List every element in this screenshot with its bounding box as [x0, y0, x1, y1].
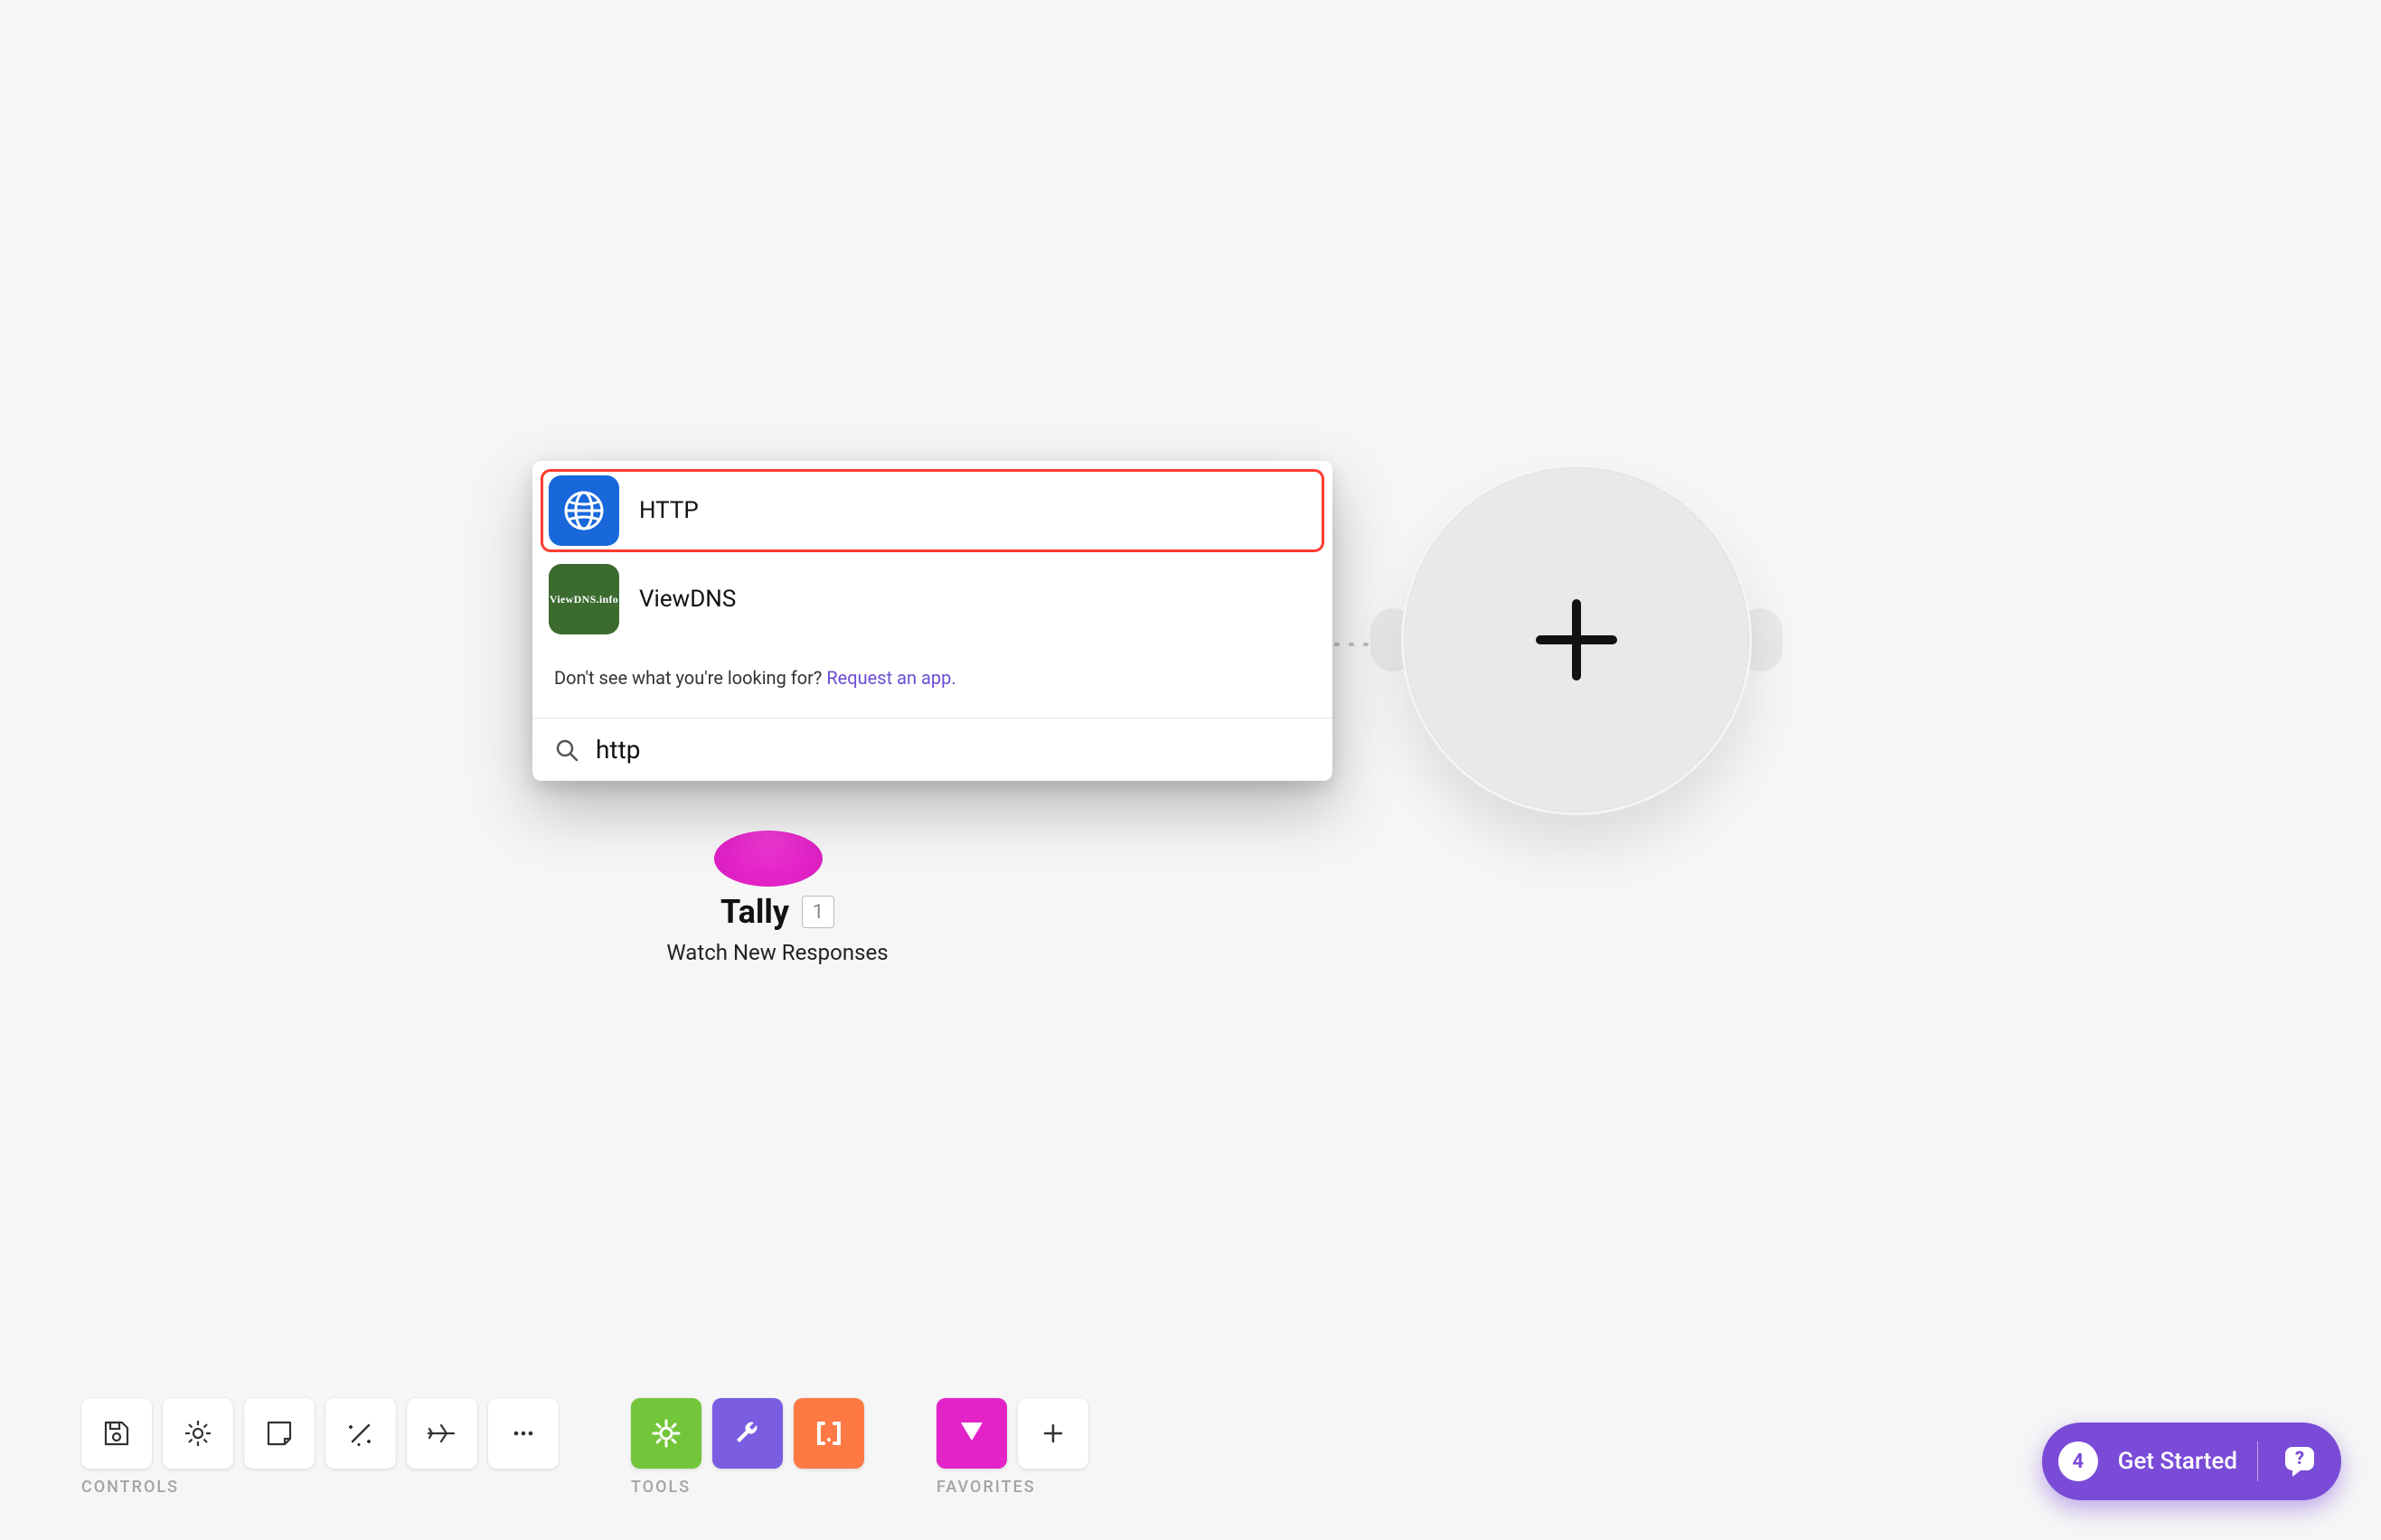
add-module-circle[interactable] [1401, 465, 1752, 815]
tally-module-node[interactable] [714, 831, 823, 887]
viewdns-icon: ViewDNS.info [550, 593, 618, 606]
tools-label: TOOLS [631, 1478, 864, 1497]
search-row [532, 718, 1332, 781]
controls-label: CONTROLS [81, 1478, 559, 1497]
save-icon [101, 1418, 132, 1449]
workflow-canvas[interactable]: Tally 1 Watch New Responses [0, 0, 2381, 1540]
tally-fav-icon [955, 1417, 988, 1450]
http-app-icon [549, 475, 619, 546]
get-started-label: Get Started [2118, 1448, 2237, 1475]
save-button[interactable] [81, 1398, 152, 1469]
get-started-count: 4 [2058, 1441, 2098, 1481]
tools-group: TOOLS [631, 1398, 864, 1497]
chat-question-icon: ? [2280, 1441, 2320, 1481]
airplane-icon [425, 1418, 459, 1449]
help-divider [2257, 1441, 2258, 1481]
tool-text-parser-button[interactable] [794, 1398, 864, 1469]
notes-button[interactable] [244, 1398, 315, 1469]
note-icon [264, 1418, 295, 1449]
gear-icon [183, 1418, 213, 1449]
search-result-http[interactable]: HTTP [541, 470, 1323, 551]
more-controls-button[interactable] [488, 1398, 559, 1469]
add-module-node[interactable] [1378, 441, 1775, 839]
auto-align-button[interactable] [325, 1398, 396, 1469]
wrench-tool-icon [731, 1417, 764, 1450]
tally-module-labelblock: Tally 1 Watch New Responses [606, 893, 949, 965]
search-footer-text: Don't see what you're looking for? [554, 667, 826, 689]
plus-small-icon [1040, 1421, 1066, 1446]
tool-flow-control-button[interactable] [631, 1398, 701, 1469]
bottom-toolbar: CONTROLS [81, 1398, 1088, 1497]
controls-group: CONTROLS [81, 1398, 559, 1497]
app-search-input[interactable] [596, 735, 1311, 765]
cog-tool-icon [650, 1417, 682, 1450]
search-result-label: HTTP [639, 497, 699, 524]
wand-icon [345, 1418, 376, 1449]
brackets-tool-icon [813, 1417, 845, 1450]
request-app-link[interactable]: Request an app. [826, 667, 955, 689]
globe-icon [560, 487, 607, 534]
app-search-popup: HTTP ViewDNS.info ViewDNS Don't see what… [532, 461, 1332, 781]
favorites-label: FAVORITES [936, 1478, 1088, 1497]
viewdns-app-icon: ViewDNS.info [549, 564, 619, 634]
favorite-tally-button[interactable] [936, 1398, 1007, 1469]
add-favorite-button[interactable] [1018, 1398, 1088, 1469]
settings-button[interactable] [163, 1398, 233, 1469]
svg-text:?: ? [2295, 1447, 2304, 1469]
explain-flow-button[interactable] [407, 1398, 477, 1469]
more-icon [508, 1418, 539, 1449]
search-result-label: ViewDNS [639, 586, 736, 613]
tally-module-subtitle: Watch New Responses [606, 940, 949, 965]
help-chat-icon[interactable]: ? [2278, 1440, 2321, 1483]
tally-module-badge: 1 [802, 896, 834, 928]
search-results-list: HTTP ViewDNS.info ViewDNS [532, 461, 1332, 647]
plus-icon [1531, 595, 1622, 685]
tally-module-name: Tally [720, 893, 789, 931]
tool-tools-button[interactable] [712, 1398, 783, 1469]
favorites-group: FAVORITES [936, 1398, 1088, 1497]
search-footer: Don't see what you're looking for? Reque… [532, 647, 1332, 710]
get-started-button[interactable]: 4 Get Started ? [2042, 1423, 2341, 1500]
search-result-viewdns[interactable]: ViewDNS.info ViewDNS [541, 559, 1323, 640]
search-icon [554, 737, 579, 763]
